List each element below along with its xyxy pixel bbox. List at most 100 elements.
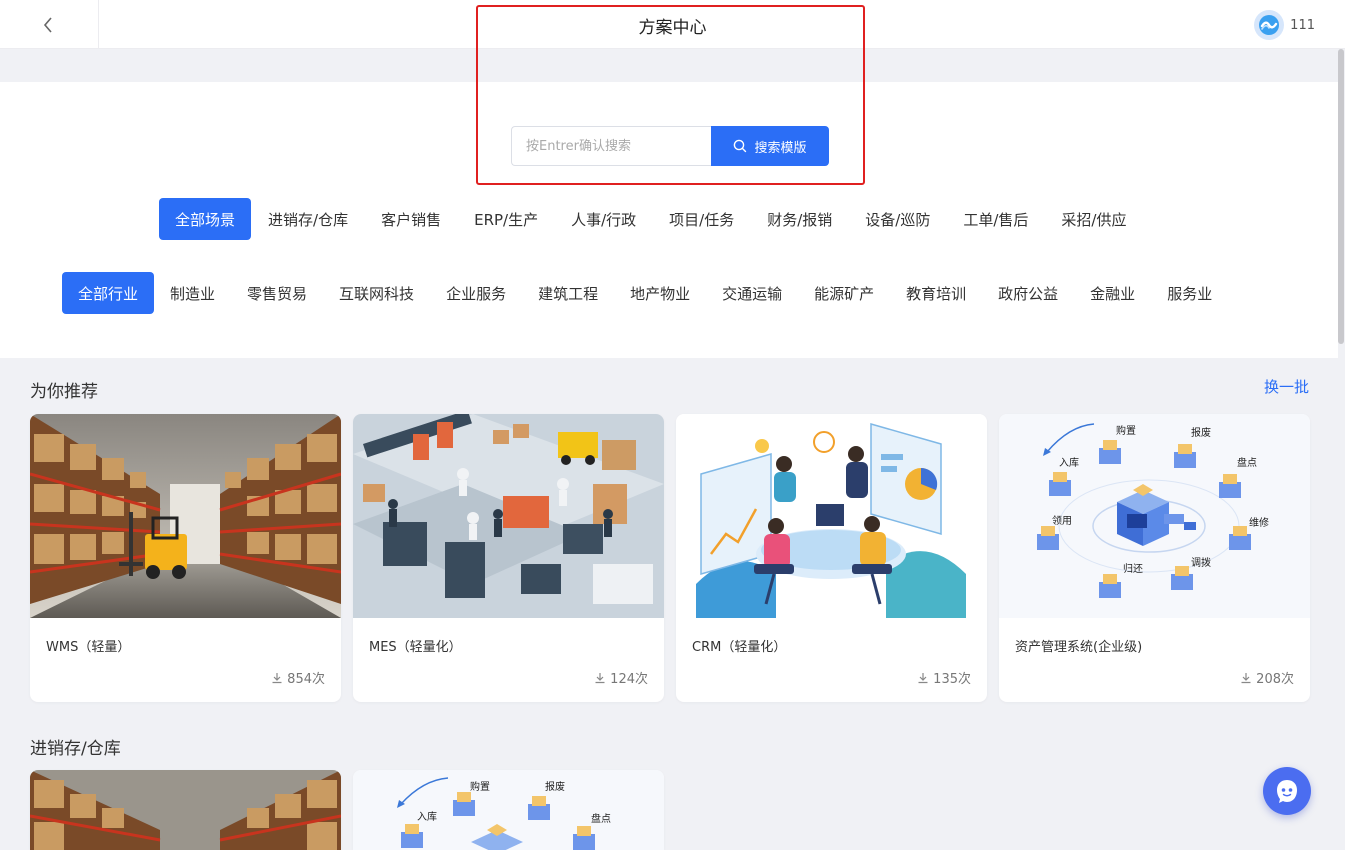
- industry-tabs: 全部行业 制造业 零售贸易 互联网科技 企业服务 建筑工程 地产物业 交通运输 …: [62, 272, 1228, 314]
- diagram-label: 调拨: [1191, 556, 1211, 569]
- download-icon: [595, 672, 605, 683]
- factory-isometric-illustration: [353, 414, 664, 618]
- avatar-logo-icon: [1259, 15, 1280, 35]
- warehouse-photo: [30, 770, 341, 850]
- download-count: 208次: [1240, 668, 1294, 687]
- template-card[interactable]: CRM（轻量化） 135次: [676, 414, 987, 702]
- template-card[interactable]: MES（轻量化） 124次: [353, 414, 664, 702]
- diagram-label: 报废: [1191, 426, 1211, 439]
- scene-tab-label: 采招/供应: [1061, 210, 1127, 229]
- download-count-value: 854次: [287, 672, 325, 687]
- industry-tab-label: 企业服务: [446, 284, 507, 303]
- user-name: 111: [1290, 17, 1315, 33]
- industry-tab[interactable]: 建筑工程: [522, 272, 614, 314]
- scene-tab-label: 人事/行政: [571, 210, 637, 229]
- diagram-label: 盘点: [1237, 456, 1257, 469]
- diagram-label: 领用: [1052, 514, 1072, 527]
- scene-tab[interactable]: 人事/行政: [555, 198, 652, 240]
- industry-tab[interactable]: 能源矿产: [798, 272, 890, 314]
- download-count-value: 208次: [1256, 672, 1294, 687]
- refresh-button[interactable]: 换一批: [1264, 376, 1309, 397]
- support-chat-button[interactable]: [1263, 767, 1311, 815]
- scene-tab-label: 设备/巡防: [865, 210, 931, 229]
- industry-tab[interactable]: 地产物业: [614, 272, 706, 314]
- template-card[interactable]: 入库 购置 报废 盘点 领用 维修 归还 调拨 资产管理系统(企业级) 208次: [999, 414, 1310, 702]
- industry-tab[interactable]: 互联网科技: [323, 272, 430, 314]
- industry-tab[interactable]: 企业服务: [430, 272, 522, 314]
- scene-tab[interactable]: 采招/供应: [1045, 198, 1142, 240]
- template-card[interactable]: 入库 购置 报废 盘点: [353, 770, 664, 850]
- industry-tab[interactable]: 教育培训: [890, 272, 982, 314]
- scene-tab[interactable]: 客户销售: [365, 198, 457, 240]
- industry-tab[interactable]: 交通运输: [706, 272, 798, 314]
- download-icon: [918, 672, 928, 683]
- diagram-label: 购置: [1116, 424, 1136, 437]
- inventory-section-title: 进销存/仓库: [30, 739, 121, 759]
- download-count-value: 124次: [610, 672, 648, 687]
- user-menu[interactable]: 111: [1254, 10, 1315, 40]
- industry-tab[interactable]: 制造业: [154, 272, 231, 314]
- card-title: 资产管理系统(企业级): [1015, 640, 1143, 655]
- scene-tab-label: 财务/报销: [767, 210, 833, 229]
- diagram-label: 购置: [470, 780, 490, 793]
- avatar: [1254, 10, 1285, 40]
- warehouse-photo: [30, 414, 341, 618]
- page-scrollbar[interactable]: [1338, 49, 1344, 344]
- search-bar: 搜索模版: [511, 126, 829, 166]
- industry-tab-label: 政府公益: [998, 284, 1059, 303]
- support-chat-icon: [1277, 780, 1297, 803]
- scene-tabs: 全部场景 进销存/仓库 客户销售 ERP/生产 人事/行政 项目/任务 财务/报…: [159, 198, 1143, 240]
- scene-tab[interactable]: ERP/生产: [458, 198, 554, 240]
- scene-tab[interactable]: 财务/报销: [751, 198, 848, 240]
- recommend-section-title: 为你推荐: [30, 382, 98, 402]
- asset-lifecycle-diagram: 入库 购置 报废 盘点: [353, 770, 664, 850]
- download-icon: [272, 672, 282, 683]
- diagram-label: 维修: [1249, 516, 1269, 529]
- industry-tab[interactable]: 金融业: [1074, 272, 1151, 314]
- scene-tab[interactable]: 工单/售后: [947, 198, 1044, 240]
- scene-tab[interactable]: 设备/巡防: [849, 198, 946, 240]
- diagram-label: 报废: [545, 780, 565, 793]
- scene-tab-label: 工单/售后: [963, 210, 1029, 229]
- diagram-label: 入库: [417, 810, 437, 823]
- card-title: MES（轻量化）: [369, 640, 462, 655]
- scene-tab-label: 客户销售: [381, 210, 442, 229]
- industry-tab-label: 能源矿产: [814, 284, 875, 303]
- industry-tab-label: 制造业: [170, 284, 216, 303]
- industry-tab[interactable]: 服务业: [1151, 272, 1228, 314]
- scene-tab[interactable]: 进销存/仓库: [252, 198, 364, 240]
- team-meeting-illustration: [676, 414, 987, 618]
- industry-tab-label: 金融业: [1090, 284, 1136, 303]
- card-title: WMS（轻量）: [46, 640, 131, 655]
- diagram-label: 盘点: [591, 812, 611, 825]
- scene-tab-label: 项目/任务: [669, 210, 735, 229]
- industry-tab-label: 地产物业: [630, 284, 691, 303]
- industry-tab-label: 互联网科技: [339, 284, 415, 303]
- scene-tab-label: 全部场景: [175, 210, 236, 229]
- industry-tab[interactable]: 政府公益: [982, 272, 1074, 314]
- industry-tab[interactable]: 全部行业: [62, 272, 155, 314]
- template-card[interactable]: [30, 770, 341, 850]
- search-button[interactable]: 搜索模版: [711, 126, 829, 166]
- download-count-value: 135次: [933, 672, 971, 687]
- card-title: CRM（轻量化）: [692, 640, 787, 655]
- search-icon: [734, 139, 747, 153]
- diagram-label: 入库: [1059, 456, 1079, 469]
- scene-tab[interactable]: 项目/任务: [653, 198, 750, 240]
- industry-tab-label: 全部行业: [78, 284, 139, 303]
- industry-tab-label: 零售贸易: [247, 284, 308, 303]
- industry-tab[interactable]: 零售贸易: [231, 272, 323, 314]
- download-count: 854次: [271, 668, 325, 687]
- scene-tab[interactable]: 全部场景: [159, 198, 252, 240]
- search-input[interactable]: [511, 126, 711, 166]
- search-button-label: 搜索模版: [754, 140, 807, 156]
- industry-tab-label: 交通运输: [722, 284, 783, 303]
- asset-lifecycle-diagram: 入库 购置 报废 盘点 领用 维修 归还 调拨: [999, 414, 1310, 618]
- download-count: 135次: [917, 668, 971, 687]
- download-count: 124次: [594, 668, 648, 687]
- template-card[interactable]: WMS（轻量） 854次: [30, 414, 341, 702]
- diagram-label: 归还: [1123, 562, 1143, 575]
- scene-tab-label: ERP/生产: [474, 210, 539, 229]
- download-icon: [1241, 672, 1251, 683]
- scene-tab-label: 进销存/仓库: [268, 210, 349, 229]
